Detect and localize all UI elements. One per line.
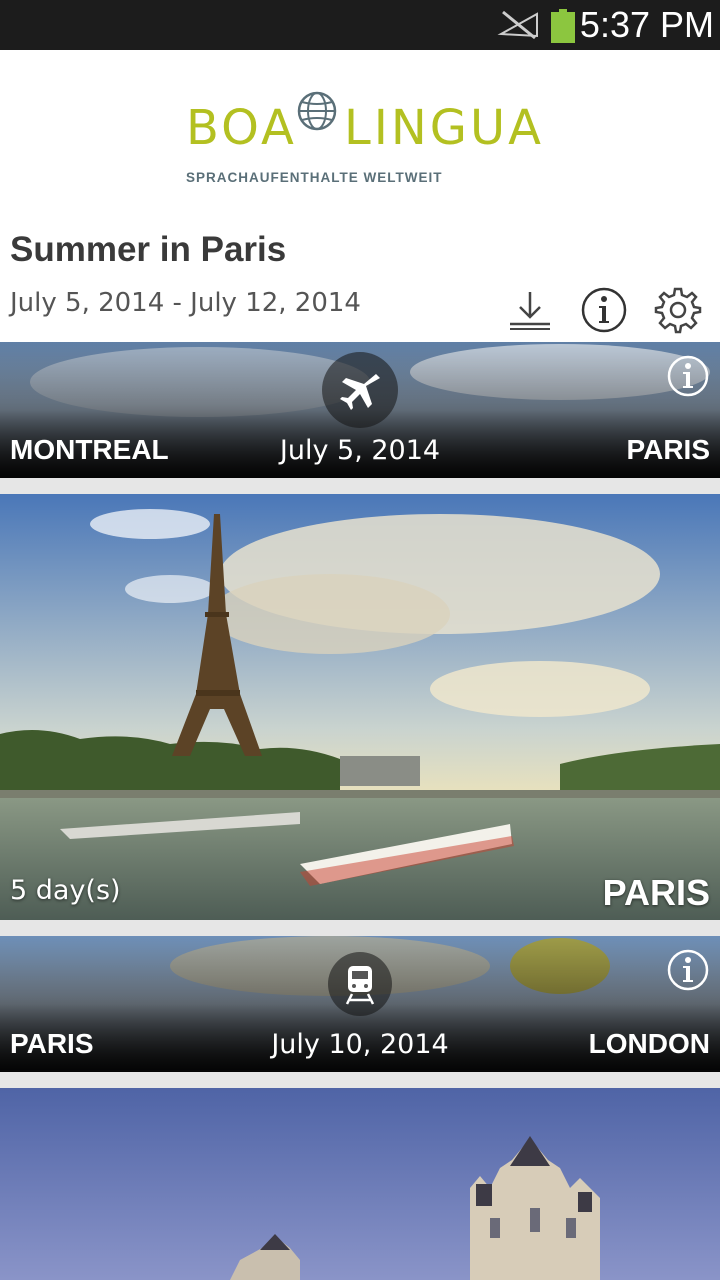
status-bar: 5:37 PM (0, 0, 720, 50)
trip-title: Summer in Paris (10, 230, 287, 269)
train-card[interactable]: PARIS July 10, 2014 LONDON (0, 936, 720, 1072)
stay-duration: 5 day(s) (10, 875, 121, 906)
no-signal-icon (497, 10, 538, 40)
status-time: 5:37 PM (579, 4, 714, 45)
train-icon (345, 966, 375, 1005)
globe-icon (297, 91, 337, 131)
battery-icon (551, 9, 575, 43)
logo-word-right: LINGUA (344, 100, 544, 156)
destination-card-london[interactable] (0, 1088, 720, 1280)
travel-date: July 5, 2014 (279, 435, 441, 466)
destination-city: PARIS (626, 434, 711, 465)
flight-card[interactable]: MONTREAL July 5, 2014 PARIS (0, 342, 720, 478)
trip-header: BOA LINGUA SPRACHAUFENTHALTE WELTWEIT Su… (0, 50, 720, 342)
destination-name: PARIS (602, 872, 710, 913)
airplane-icon (340, 374, 380, 410)
logo-tagline: SPRACHAUFENTHALTE WELTWEIT (186, 170, 443, 185)
settings-gear-icon[interactable] (654, 286, 702, 334)
boa-lingua-logo: BOA LINGUA SPRACHAUFENTHALTE WELTWEIT (186, 90, 546, 190)
destination-card-paris[interactable]: 5 day(s) PARIS (0, 494, 720, 920)
transport-mode-badge (328, 952, 392, 1016)
paris-photo (0, 494, 720, 920)
london-photo (0, 1088, 720, 1280)
info-icon[interactable] (580, 286, 628, 334)
info-icon[interactable] (666, 354, 710, 398)
logo-word-left: BOA (186, 100, 297, 156)
transport-mode-badge (322, 352, 398, 428)
destination-city: LONDON (588, 1028, 710, 1059)
trip-dates: July 5, 2014 - July 12, 2014 (10, 288, 361, 318)
download-icon[interactable] (506, 286, 554, 334)
info-icon[interactable] (666, 948, 710, 992)
